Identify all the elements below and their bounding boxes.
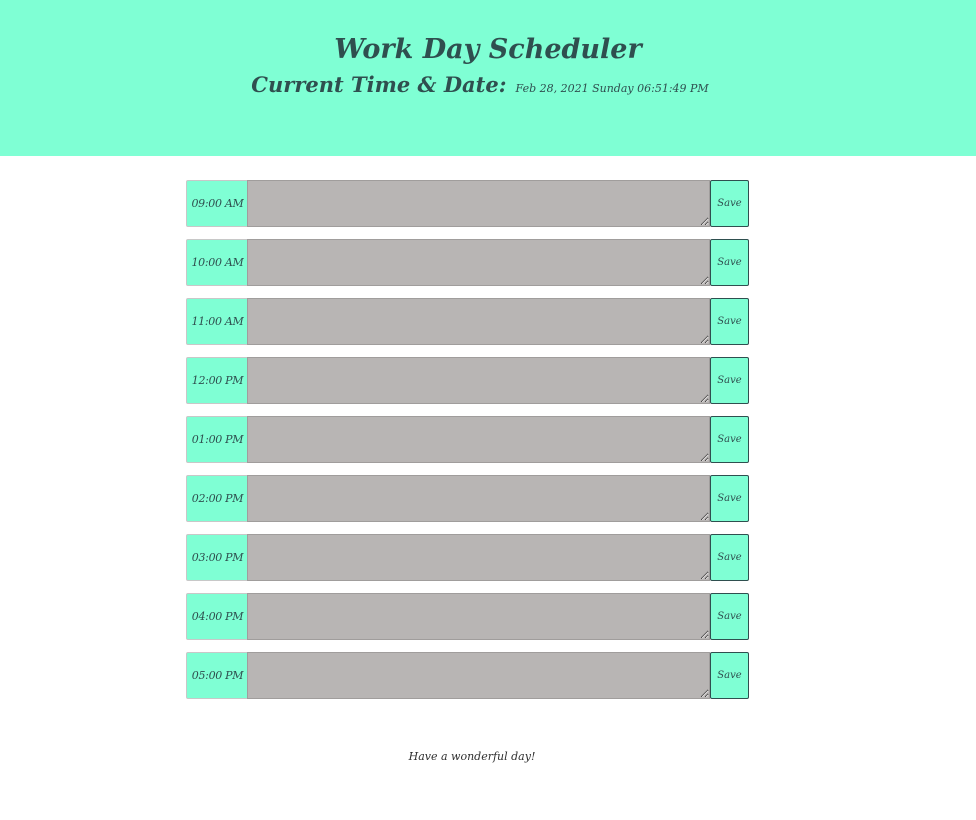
hour-label: 04:00 PM [186, 593, 248, 640]
footer-message: Have a wonderful day! [408, 750, 536, 763]
save-button[interactable]: Save [710, 298, 749, 345]
save-button[interactable]: Save [710, 475, 749, 522]
event-textarea[interactable] [247, 416, 710, 463]
hour-label: 09:00 AM [186, 180, 248, 227]
page-title: Work Day Scheduler [334, 34, 642, 65]
save-button[interactable]: Save [710, 593, 749, 640]
hour-label: 11:00 AM [186, 298, 248, 345]
event-textarea[interactable] [247, 180, 710, 227]
event-textarea[interactable] [247, 475, 710, 522]
save-button[interactable]: Save [710, 416, 749, 463]
save-button[interactable]: Save [710, 534, 749, 581]
event-textarea[interactable] [247, 298, 710, 345]
save-button[interactable]: Save [710, 239, 749, 286]
save-button[interactable]: Save [710, 180, 749, 227]
time-block-row: 03:00 PM Save [186, 534, 749, 581]
event-textarea[interactable] [247, 652, 710, 699]
time-block-row: 11:00 AM Save [186, 298, 749, 345]
time-block-row: 10:00 AM Save [186, 239, 749, 286]
event-textarea[interactable] [247, 357, 710, 404]
time-block-row: 01:00 PM Save [186, 416, 749, 463]
time-block-row: 09:00 AM Save [186, 180, 749, 227]
hour-label: 03:00 PM [186, 534, 248, 581]
hour-label: 02:00 PM [186, 475, 248, 522]
time-block-row: 04:00 PM Save [186, 593, 749, 640]
time-block-row: 12:00 PM Save [186, 357, 749, 404]
save-button[interactable]: Save [710, 357, 749, 404]
datetime-value: Feb 28, 2021 Sunday 06:51:49 PM [515, 82, 709, 95]
time-block-row: 05:00 PM Save [186, 652, 749, 699]
hour-label: 12:00 PM [186, 357, 248, 404]
hour-label: 01:00 PM [186, 416, 248, 463]
event-textarea[interactable] [247, 239, 710, 286]
event-textarea[interactable] [247, 593, 710, 640]
schedule-rows: 09:00 AM Save 10:00 AM Save 11:00 AM Sav… [186, 180, 749, 711]
hour-label: 05:00 PM [186, 652, 248, 699]
save-button[interactable]: Save [710, 652, 749, 699]
time-block-row: 02:00 PM Save [186, 475, 749, 522]
datetime-label: Current Time & Date: [251, 72, 507, 97]
hour-label: 10:00 AM [186, 239, 248, 286]
current-datetime: Current Time & Date: Feb 28, 2021 Sunday… [0, 72, 960, 97]
event-textarea[interactable] [247, 534, 710, 581]
page-header: Work Day Scheduler Current Time & Date: … [0, 0, 976, 156]
